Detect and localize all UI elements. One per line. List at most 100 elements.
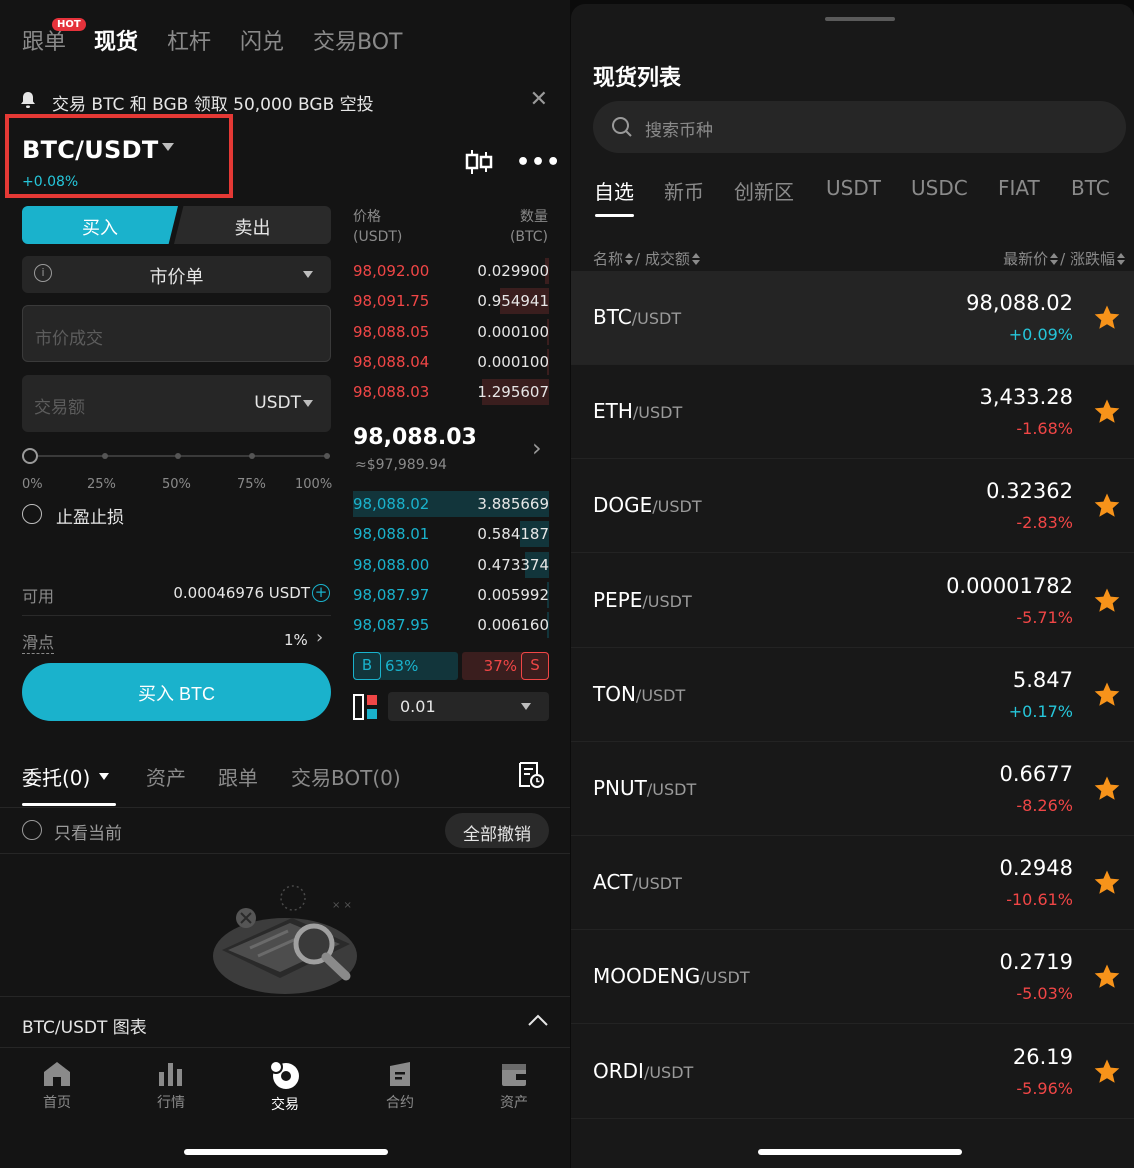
coin-row[interactable]: PEPE/USDT 0.00001782 -5.71% (571, 554, 1134, 648)
tab-bot-orders[interactable]: 交易BOT(0) (291, 762, 401, 791)
order-type-value: 市价单 (149, 267, 204, 288)
tab-spot[interactable]: 现货 (94, 24, 138, 56)
col-volume-label[interactable]: / 成交额 (635, 250, 690, 268)
amount-unit-select[interactable]: USDT (254, 393, 301, 413)
tab-fiat[interactable]: FIAT (998, 176, 1040, 200)
bid-row[interactable]: 98,087.95 0.006160 (353, 610, 549, 640)
candlestick-chart-icon[interactable] (464, 148, 494, 176)
star-icon[interactable] (1093, 398, 1121, 425)
slider-handle[interactable] (22, 448, 38, 464)
bid-row[interactable]: 98,088.01 0.584187 (353, 519, 549, 549)
close-icon[interactable]: ✕ (530, 88, 548, 112)
sell-tab[interactable]: 卖出 (174, 206, 331, 244)
col-price-label[interactable]: 最新价 (1003, 250, 1048, 268)
last-price-usd: ≈$97,989.94 (355, 457, 447, 473)
star-icon[interactable] (1093, 587, 1121, 614)
ask-row[interactable]: 98,092.00 0.029900 (353, 256, 549, 286)
cancel-all-button[interactable]: 全部撤销 (445, 813, 549, 848)
search-input[interactable]: 搜索币种 (593, 101, 1126, 153)
star-icon[interactable] (1093, 775, 1121, 802)
amount-slider[interactable] (30, 453, 330, 459)
coin-row[interactable]: ETH/USDT 3,433.28 -1.68% (571, 365, 1134, 460)
nav-markets[interactable]: 行情 (131, 1060, 211, 1112)
coin-row[interactable]: BTC/USDT 98,088.02 +0.09% (571, 271, 1134, 365)
chevron-up-icon[interactable] (527, 1013, 549, 1027)
pair-selector[interactable]: BTC/USDT (22, 136, 159, 164)
star-icon[interactable] (1093, 869, 1121, 896)
sort-price-change[interactable]: 最新价 / 涨跌幅 (1003, 248, 1127, 269)
coin-row[interactable]: MOODENG/USDT 0.2719 -5.03% (571, 930, 1134, 1025)
ask-row[interactable]: 98,088.03 1.295607 (353, 377, 549, 407)
divider (0, 807, 570, 808)
ask-row[interactable]: 98,091.75 0.954941 (353, 286, 549, 316)
tab-convert[interactable]: 闪兑 (240, 24, 284, 56)
tab-usdt[interactable]: USDT (826, 176, 881, 200)
precision-select[interactable]: 0.01 (388, 692, 549, 721)
price-input[interactable]: 市价成交 (22, 305, 331, 362)
star-icon[interactable] (1093, 304, 1121, 331)
star-icon[interactable] (1093, 681, 1121, 708)
coin-row[interactable]: DOGE/USDT 0.32362 -2.83% (571, 459, 1134, 554)
sheet-grabber[interactable] (825, 17, 895, 21)
slippage-value[interactable]: 1% (284, 631, 308, 649)
star-icon[interactable] (1093, 492, 1121, 519)
slider-step[interactable] (102, 453, 108, 459)
sell-tab-label: 卖出 (234, 218, 271, 239)
nav-home[interactable]: 首页 (17, 1060, 97, 1112)
bid-row[interactable]: 98,088.02 3.885669 (353, 489, 549, 519)
coin-row[interactable]: ORDI/USDT 26.19 -5.96% (571, 1025, 1134, 1119)
buy-tab[interactable]: 买入 (22, 206, 178, 244)
star-icon[interactable] (1093, 1058, 1121, 1085)
nav-assets[interactable]: 资产 (474, 1060, 554, 1112)
more-icon[interactable]: ••• (516, 150, 561, 175)
cancel-all-label: 全部撤销 (463, 825, 531, 845)
bid-row[interactable]: 98,088.00 0.473374 (353, 550, 549, 580)
tab-new-coins[interactable]: 新币 (664, 176, 704, 205)
ask-row[interactable]: 98,088.05 0.000100 (353, 317, 549, 347)
caret-down-icon[interactable] (162, 143, 174, 151)
col-change-label[interactable]: / 涨跌幅 (1060, 250, 1115, 268)
ask-row[interactable]: 98,088.04 0.000100 (353, 347, 549, 377)
chevron-right-icon[interactable]: › (532, 434, 542, 462)
chevron-right-icon[interactable]: › (316, 627, 323, 648)
tab-open-orders[interactable]: 委托(0) (22, 762, 90, 791)
order-type-select[interactable]: i 市价单 (22, 256, 331, 293)
coin-base: ACT (593, 870, 633, 895)
ask-qty: 0.029900 (477, 262, 549, 280)
star-icon[interactable] (1093, 963, 1121, 990)
tab-usdc[interactable]: USDC (911, 176, 968, 200)
radio-icon[interactable] (22, 504, 42, 524)
buy-btc-button[interactable]: 买入 BTC (22, 663, 331, 721)
last-price[interactable]: 98,088.03 (353, 425, 477, 450)
sort-name-volume[interactable]: 名称 / 成交额 (593, 248, 702, 269)
tab-btc[interactable]: BTC (1071, 176, 1110, 200)
tab-trading-bot[interactable]: 交易BOT (313, 24, 402, 56)
tab-favorites[interactable]: 自选 (594, 176, 634, 205)
coin-row[interactable]: PNUT/USDT 0.6677 -8.26% (571, 742, 1134, 836)
slider-step[interactable] (324, 453, 330, 459)
caret-down-icon[interactable] (99, 773, 109, 780)
slider-step[interactable] (249, 453, 255, 459)
order-history-icon[interactable] (516, 760, 546, 790)
col-name-label[interactable]: 名称 (593, 250, 623, 268)
tab-innovation[interactable]: 创新区 (734, 176, 794, 205)
orderbook-layout-icon[interactable] (353, 694, 379, 720)
add-funds-icon[interactable]: + (312, 584, 330, 602)
coin-pair: ORDI/USDT (593, 1059, 693, 1083)
radio-icon[interactable] (22, 820, 42, 840)
nav-futures[interactable]: 合约 (360, 1060, 440, 1112)
coin-row[interactable]: TON/USDT 5.847 +0.17% (571, 648, 1134, 742)
tab-copy-orders[interactable]: 跟单 (218, 762, 258, 791)
tab-margin[interactable]: 杠杆 (167, 24, 211, 56)
coin-quote: /USDT (700, 968, 750, 988)
amount-input[interactable]: 交易额 USDT (22, 375, 331, 432)
bid-row[interactable]: 98,087.97 0.005992 (353, 580, 549, 610)
coin-row[interactable]: ACT/USDT 0.2948 -10.61% (571, 836, 1134, 931)
slippage-label[interactable]: 滑点 (22, 629, 55, 654)
nav-trade-label: 交易 (271, 1097, 299, 1113)
nav-trade[interactable]: 交易 (245, 1060, 325, 1114)
slider-step[interactable] (175, 453, 181, 459)
tab-assets[interactable]: 资产 (146, 762, 186, 791)
chart-toggle-bar[interactable]: BTC/USDT 图表 (0, 996, 570, 1048)
announcement-banner[interactable]: 交易 BTC 和 BGB 领取 50,000 BGB 空投 ✕ (18, 88, 548, 115)
